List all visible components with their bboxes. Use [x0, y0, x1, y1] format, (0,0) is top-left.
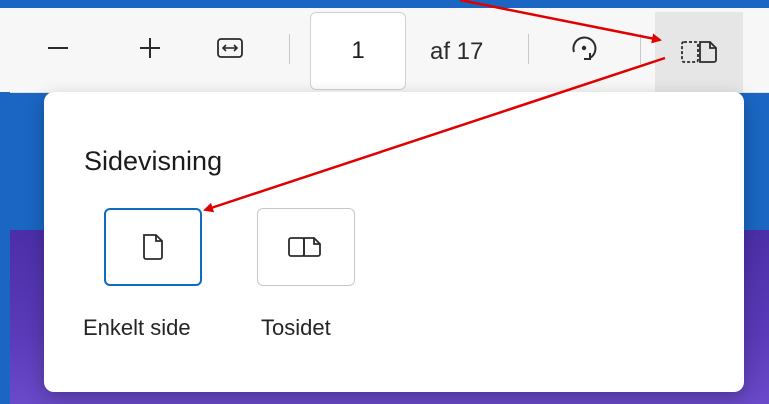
single-page-label: Enkelt side — [83, 315, 191, 340]
two-page-label: Tosidet — [261, 315, 331, 340]
zoom-out-button[interactable] — [30, 20, 86, 76]
zoom-in-button[interactable] — [122, 20, 178, 76]
fit-width-icon — [217, 38, 243, 58]
single-page-option[interactable] — [104, 208, 202, 286]
window-frame-left — [0, 92, 10, 404]
toolbar-separator — [528, 34, 529, 64]
page-layout-button[interactable] — [655, 12, 743, 92]
two-page-option[interactable] — [257, 208, 355, 286]
rotate-icon — [572, 36, 597, 60]
page-view-flyout: Sidevisning Enkelt side Tosidet — [44, 92, 744, 392]
page-total-label: af 17 — [430, 38, 484, 65]
page-number-input[interactable]: 1 — [310, 12, 406, 90]
page-number-value: 1 — [351, 37, 365, 64]
fit-width-button[interactable] — [202, 20, 258, 76]
pdf-toolbar: 1 af 17 — [0, 0, 769, 93]
two-page-icon — [288, 237, 321, 257]
flyout-title: Sidevisning — [84, 146, 223, 176]
window-frame-top — [0, 0, 769, 8]
single-page-icon — [143, 234, 163, 260]
toolbar-separator — [289, 34, 290, 64]
toolbar-separator — [640, 34, 641, 64]
plus-icon — [140, 38, 160, 58]
rotate-button[interactable] — [556, 20, 612, 76]
minus-icon — [48, 47, 68, 49]
page-layout-icon — [681, 41, 717, 63]
